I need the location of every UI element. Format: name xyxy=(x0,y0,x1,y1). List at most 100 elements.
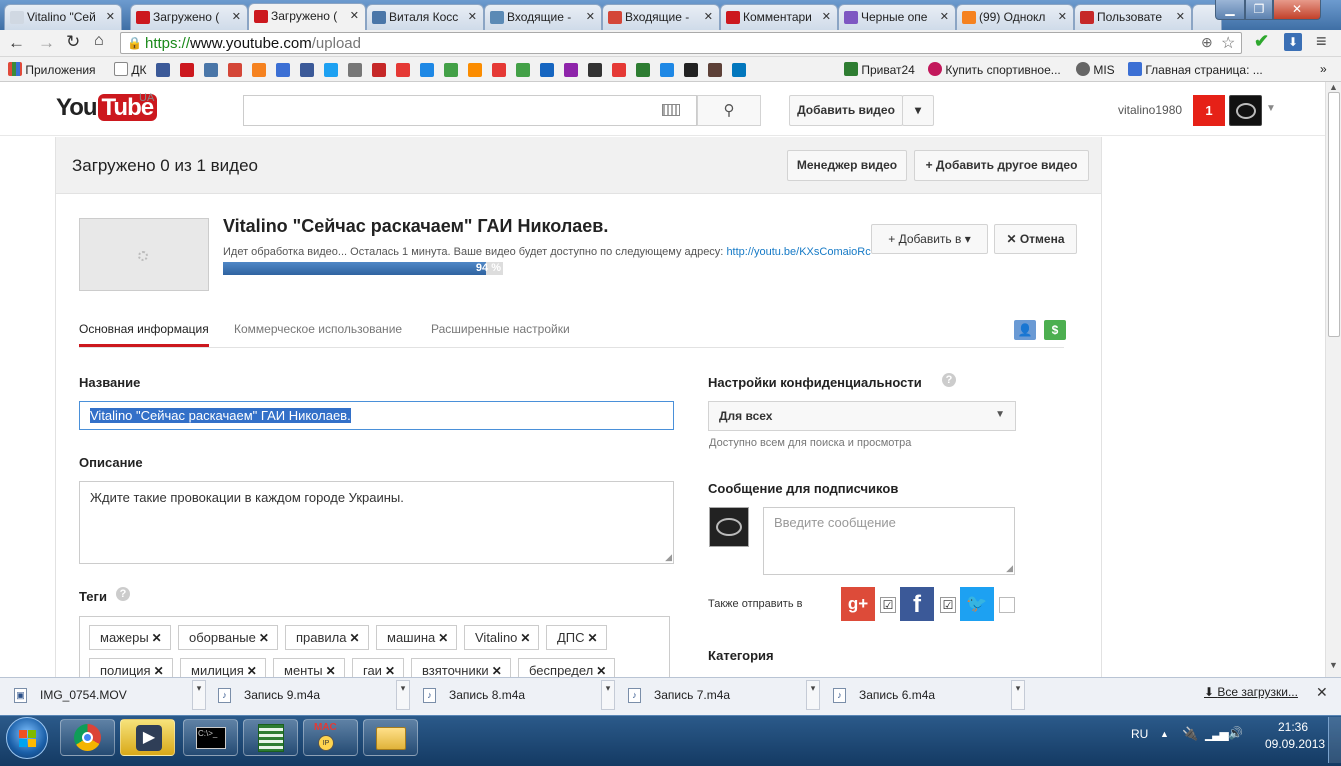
close-shelf-icon[interactable]: ✕ xyxy=(1316,684,1328,701)
add-video-button[interactable]: Добавить видео xyxy=(789,95,903,126)
browser-tab[interactable]: Виталя Косс ✕ xyxy=(366,4,484,30)
bookmark-icon[interactable] xyxy=(300,63,314,77)
remove-tag-icon[interactable]: ✕ xyxy=(326,664,336,677)
notifications-badge[interactable]: 1 xyxy=(1193,95,1225,126)
download-item[interactable]: ▣ IMG_0754.MOV xyxy=(2,683,188,709)
remove-tag-icon[interactable]: ✕ xyxy=(588,631,598,645)
browser-tab[interactable]: Комментари ✕ xyxy=(720,4,838,30)
back-icon[interactable]: ← xyxy=(8,33,25,53)
tray-power-icon[interactable]: 🔌 xyxy=(1182,726,1198,742)
bookmark-icon[interactable] xyxy=(180,63,194,77)
bookmark-icon[interactable] xyxy=(660,63,674,77)
close-window-button[interactable]: ✕ xyxy=(1273,0,1321,20)
description-textarea[interactable]: Ждите такие провокации в каждом городе У… xyxy=(79,481,674,564)
bookmark-icon[interactable] xyxy=(372,63,386,77)
remove-tag-icon[interactable]: ✕ xyxy=(438,631,448,645)
twitter-checkbox[interactable] xyxy=(999,597,1015,613)
bookmark-icon[interactable] xyxy=(708,63,722,77)
remove-tag-icon[interactable]: ✕ xyxy=(520,631,530,645)
username[interactable]: vitalino1980 xyxy=(1118,103,1182,117)
account-caret-icon[interactable]: ▼ xyxy=(1266,103,1276,114)
star-icon[interactable]: ☆ xyxy=(1221,33,1235,53)
subscriber-message-input[interactable]: Введите сообщение ◢ xyxy=(763,507,1015,575)
video-url-link[interactable]: http://youtu.be/KXsComaioRc xyxy=(726,246,870,258)
tab-close-icon[interactable]: ✕ xyxy=(586,10,595,23)
remove-tag-icon[interactable]: ✕ xyxy=(349,631,359,645)
search-button[interactable]: ⚲ xyxy=(697,95,761,126)
cancel-button[interactable]: ✕ Отмена xyxy=(994,224,1077,254)
bookmark-icon[interactable] xyxy=(732,63,746,77)
browser-tab[interactable]: (99) Однокл ✕ xyxy=(956,4,1074,30)
download-item[interactable]: ♪ Запись 8.m4a xyxy=(411,683,597,709)
tab-advanced-settings[interactable]: Расширенные настройки xyxy=(431,322,570,336)
download-menu-button[interactable]: ▾ xyxy=(601,680,615,710)
tab-close-icon[interactable]: ✕ xyxy=(940,10,949,23)
bookmark-icon[interactable] xyxy=(468,63,482,77)
download-item[interactable]: ♪ Запись 9.m4a xyxy=(206,683,392,709)
tab-close-icon[interactable]: ✕ xyxy=(822,10,831,23)
bookmark-home[interactable]: Главная страница: ... xyxy=(1128,62,1263,78)
download-menu-button[interactable]: ▾ xyxy=(192,680,206,710)
video-manager-button[interactable]: Менеджер видео xyxy=(787,150,907,181)
bookmark-icon[interactable] xyxy=(516,63,530,77)
bookmark-icon[interactable] xyxy=(420,63,434,77)
help-icon[interactable]: ? xyxy=(942,373,956,387)
remove-tag-icon[interactable]: ✕ xyxy=(152,631,162,645)
taskbar-mac-changer[interactable]: MAC IP xyxy=(303,719,358,756)
youtube-logo[interactable]: You Tube UA xyxy=(56,92,158,124)
scroll-up-icon[interactable]: ▲ xyxy=(1329,82,1338,92)
checkmark-extension-icon[interactable]: ✔ xyxy=(1254,31,1269,52)
browser-tab[interactable]: Загружено (✕ xyxy=(248,3,366,30)
bookmark-mis[interactable]: MIS xyxy=(1076,62,1115,78)
scrollbar-thumb[interactable] xyxy=(1328,92,1340,337)
start-button[interactable] xyxy=(6,717,48,759)
clock-date[interactable]: 09.09.2013 xyxy=(1265,737,1325,751)
omnibox[interactable]: 🔒 https://www.youtube.com/upload ⊕ ☆ xyxy=(120,32,1242,54)
tags-input[interactable]: мажеры ✕ оборваные ✕ правила ✕ машина ✕ Vitalino… xyxy=(79,616,670,677)
remove-tag-icon[interactable]: ✕ xyxy=(385,664,395,677)
browser-tab[interactable]: Входящие - ✕ xyxy=(602,4,720,30)
bookmark-dk[interactable]: ДК xyxy=(114,62,146,78)
browser-tab[interactable]: Черные опе ✕ xyxy=(838,4,956,30)
help-icon[interactable]: ? xyxy=(116,587,130,601)
tray-arrow-icon[interactable]: ▲ xyxy=(1160,729,1169,739)
tab-close-icon[interactable]: ✕ xyxy=(1058,10,1067,23)
bookmark-icon[interactable] xyxy=(276,63,290,77)
users-icon[interactable]: 👤 xyxy=(1014,320,1036,340)
tab-close-icon[interactable]: ✕ xyxy=(232,10,241,23)
browser-tab[interactable]: Vitalino "Сей ✕ xyxy=(4,4,122,30)
resize-handle-icon[interactable]: ◢ xyxy=(1006,563,1013,574)
bookmark-icon[interactable] xyxy=(252,63,266,77)
bookmark-icon[interactable] xyxy=(612,63,626,77)
bookmark-icon[interactable] xyxy=(228,63,242,77)
remove-tag-icon[interactable]: ✕ xyxy=(259,631,269,645)
bookmark-icon[interactable] xyxy=(588,63,602,77)
forward-icon[interactable]: → xyxy=(38,33,55,53)
facebook-checkbox[interactable]: ☑ xyxy=(940,597,956,613)
facebook-icon[interactable]: f xyxy=(900,587,934,621)
bookmark-icon[interactable] xyxy=(684,63,698,77)
privacy-select[interactable]: Для всех ▼ xyxy=(708,401,1016,431)
remove-tag-icon[interactable]: ✕ xyxy=(247,664,257,677)
clock-time[interactable]: 21:36 xyxy=(1278,720,1308,734)
bookmarks-more[interactable]: » xyxy=(1320,62,1327,78)
reload-icon[interactable]: ↻ xyxy=(66,32,80,52)
tab-close-icon[interactable]: ✕ xyxy=(106,10,115,23)
bookmark-icon[interactable] xyxy=(444,63,458,77)
network-signal-icon[interactable]: ▁▃▅ xyxy=(1205,727,1229,741)
bookmark-icon[interactable] xyxy=(156,63,170,77)
download-extension-icon[interactable]: ⬇ xyxy=(1284,33,1302,51)
download-menu-button[interactable]: ▾ xyxy=(396,680,410,710)
all-downloads-link[interactable]: ⬇ Все загрузки... xyxy=(1204,685,1298,699)
download-item[interactable]: ♪ Запись 6.m4a xyxy=(821,683,1007,709)
taskbar-spreadsheet[interactable] xyxy=(243,719,298,756)
add-video-dropdown[interactable]: ▾ xyxy=(902,95,934,126)
add-to-button[interactable]: + Добавить в ▾ xyxy=(871,224,988,254)
browser-tab[interactable]: Входящие - ✕ xyxy=(484,4,602,30)
bookmark-icon[interactable] xyxy=(564,63,578,77)
menu-icon[interactable]: ≡ xyxy=(1316,31,1327,52)
language-indicator[interactable]: RU xyxy=(1131,727,1148,741)
dollar-icon[interactable]: $ xyxy=(1044,320,1066,340)
browser-tab[interactable]: Пользовате ✕ xyxy=(1074,4,1192,30)
remove-tag-icon[interactable]: ✕ xyxy=(492,664,502,677)
